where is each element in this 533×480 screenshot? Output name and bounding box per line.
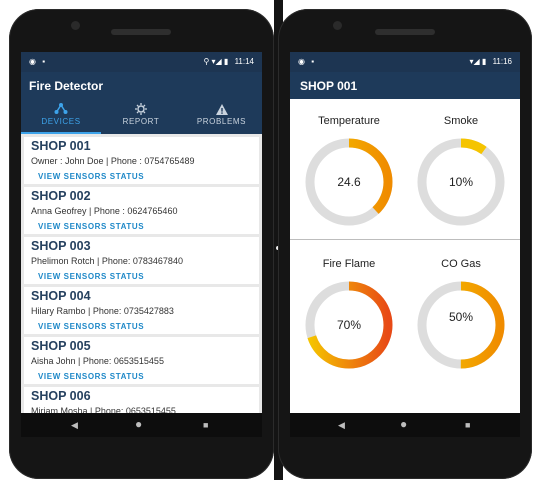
tab-devices-label: DEVICES	[41, 117, 81, 126]
view-sensors-button[interactable]: VIEW SENSORS STATUS	[38, 170, 252, 183]
shop-name: SHOP 001	[31, 139, 91, 153]
gauge-value: 10%	[449, 175, 473, 189]
status-time: 11:16	[492, 57, 512, 66]
shop-card[interactable]: SHOP 005 Aisha John | Phone: 0653515455 …	[24, 337, 259, 384]
shop-name: SHOP 005	[31, 339, 91, 353]
app-bar: Fire Detector DEVICES REPORT PROBLEMS	[21, 72, 262, 134]
shop-card[interactable]: SHOP 001 Owner : John Doe | Phone : 0754…	[24, 137, 259, 184]
gauge-dial: 10%	[417, 138, 505, 226]
shop-name: SHOP 002	[31, 189, 91, 203]
gauge-label: Temperature	[318, 115, 380, 127]
shop-owner: Aisha John | Phone: 0653515455	[31, 356, 164, 366]
home-button[interactable]: ●	[135, 417, 142, 431]
shop-card[interactable]: SHOP 006 Miriam Mosha | Phone: 065351545…	[24, 387, 259, 413]
shop-owner: Phelimon Rotch | Phone: 0783467840	[31, 256, 183, 266]
gauge-dial: 70%	[305, 281, 393, 369]
status-left-icons: ◉ ▪	[29, 57, 48, 66]
gauge-label: CO Gas	[441, 258, 481, 270]
status-right: ▾◢ ▮ 11:16	[470, 57, 512, 66]
right-screen: ◉ ▪ ▾◢ ▮ 11:16 SHOP 001 Temperature 24.6…	[290, 52, 520, 437]
earpiece-speaker	[111, 29, 171, 35]
status-bar: ◉ ▪ ▾◢ ▮ 11:16	[290, 52, 520, 72]
nav-bar: ◀ ● ■	[21, 413, 262, 437]
co-gas-gauge: CO Gas 50%	[405, 257, 517, 371]
right-phone: ◉ ▪ ▾◢ ▮ 11:16 SHOP 001 Temperature 24.6…	[278, 9, 532, 479]
left-phone: ◉ ▪ ⚲ ▾◢ ▮ 11:14 Fire Detector DEVICES R…	[9, 9, 274, 479]
front-camera	[71, 21, 80, 30]
warning-icon	[181, 102, 262, 116]
gauge-value: 24.6	[337, 175, 361, 189]
gauge-value: 70%	[337, 318, 361, 332]
view-sensors-button[interactable]: VIEW SENSORS STATUS	[38, 270, 252, 283]
app-title: Fire Detector	[29, 79, 104, 93]
status-left-icons: ◉ ▪	[298, 57, 317, 66]
view-sensors-button[interactable]: VIEW SENSORS STATUS	[38, 370, 252, 383]
gauge-value: 50%	[449, 310, 473, 324]
view-sensors-button[interactable]: VIEW SENSORS STATUS	[38, 220, 252, 233]
recents-button[interactable]: ■	[465, 420, 470, 430]
shop-list: SHOP 001 Owner : John Doe | Phone : 0754…	[21, 134, 262, 413]
tab-problems-label: PROBLEMS	[196, 117, 247, 126]
gauge-dial: 50%	[417, 281, 505, 369]
fire-flame-gauge: Fire Flame 70%	[293, 257, 405, 371]
status-icons: ⚲ ▾◢ ▮	[203, 57, 229, 66]
shop-name: SHOP 004	[31, 289, 91, 303]
shop-owner: Miriam Mosha | Phone: 0653515455	[31, 406, 176, 413]
tab-devices[interactable]: DEVICES	[21, 102, 101, 134]
status-right: ⚲ ▾◢ ▮ 11:14	[203, 57, 254, 66]
status-bar: ◉ ▪ ⚲ ▾◢ ▮ 11:14	[21, 52, 262, 72]
smoke-gauge: Smoke 10%	[405, 114, 517, 228]
page-title: SHOP 001	[300, 79, 358, 93]
gauge-label: Smoke	[443, 115, 479, 127]
tab-problems[interactable]: PROBLEMS	[181, 102, 262, 134]
gauge-divider	[290, 239, 520, 240]
gauge-dial: 24.6	[305, 138, 393, 226]
back-button[interactable]: ◀	[338, 420, 345, 431]
shop-name: SHOP 003	[31, 239, 91, 253]
front-camera	[333, 21, 342, 30]
left-screen: ◉ ▪ ⚲ ▾◢ ▮ 11:14 Fire Detector DEVICES R…	[21, 52, 262, 437]
devices-icon	[21, 102, 101, 116]
shop-card[interactable]: SHOP 003 Phelimon Rotch | Phone: 0783467…	[24, 237, 259, 284]
status-time: 11:14	[234, 57, 254, 66]
shop-owner: Anna Geofrey | Phone : 0624765460	[31, 206, 178, 216]
view-sensors-button[interactable]: VIEW SENSORS STATUS	[38, 320, 252, 333]
recents-button[interactable]: ■	[203, 420, 208, 430]
earpiece-speaker	[375, 29, 435, 35]
gauge-grid: Temperature 24.6 Smoke 10% Fire Flame 70…	[290, 99, 520, 413]
shop-card[interactable]: SHOP 004 Hilary Rambo | Phone: 073542788…	[24, 287, 259, 334]
back-button[interactable]: ◀	[71, 420, 78, 431]
shop-card[interactable]: SHOP 002 Anna Geofrey | Phone : 06247654…	[24, 187, 259, 234]
tab-report[interactable]: REPORT	[101, 102, 181, 134]
shop-name: SHOP 006	[31, 389, 91, 403]
app-bar: SHOP 001	[290, 72, 520, 99]
shop-owner: Owner : John Doe | Phone : 0754765489	[31, 156, 195, 166]
gauge-label: Fire Flame	[322, 258, 376, 270]
shop-owner: Hilary Rambo | Phone: 0735427883	[31, 306, 174, 316]
nav-bar: ◀ ● ■	[290, 413, 520, 437]
temperature-gauge: Temperature 24.6	[293, 114, 405, 228]
report-icon	[101, 102, 181, 116]
home-button[interactable]: ●	[400, 417, 407, 431]
status-icons: ▾◢ ▮	[469, 57, 487, 66]
tab-report-label: REPORT	[122, 117, 160, 126]
